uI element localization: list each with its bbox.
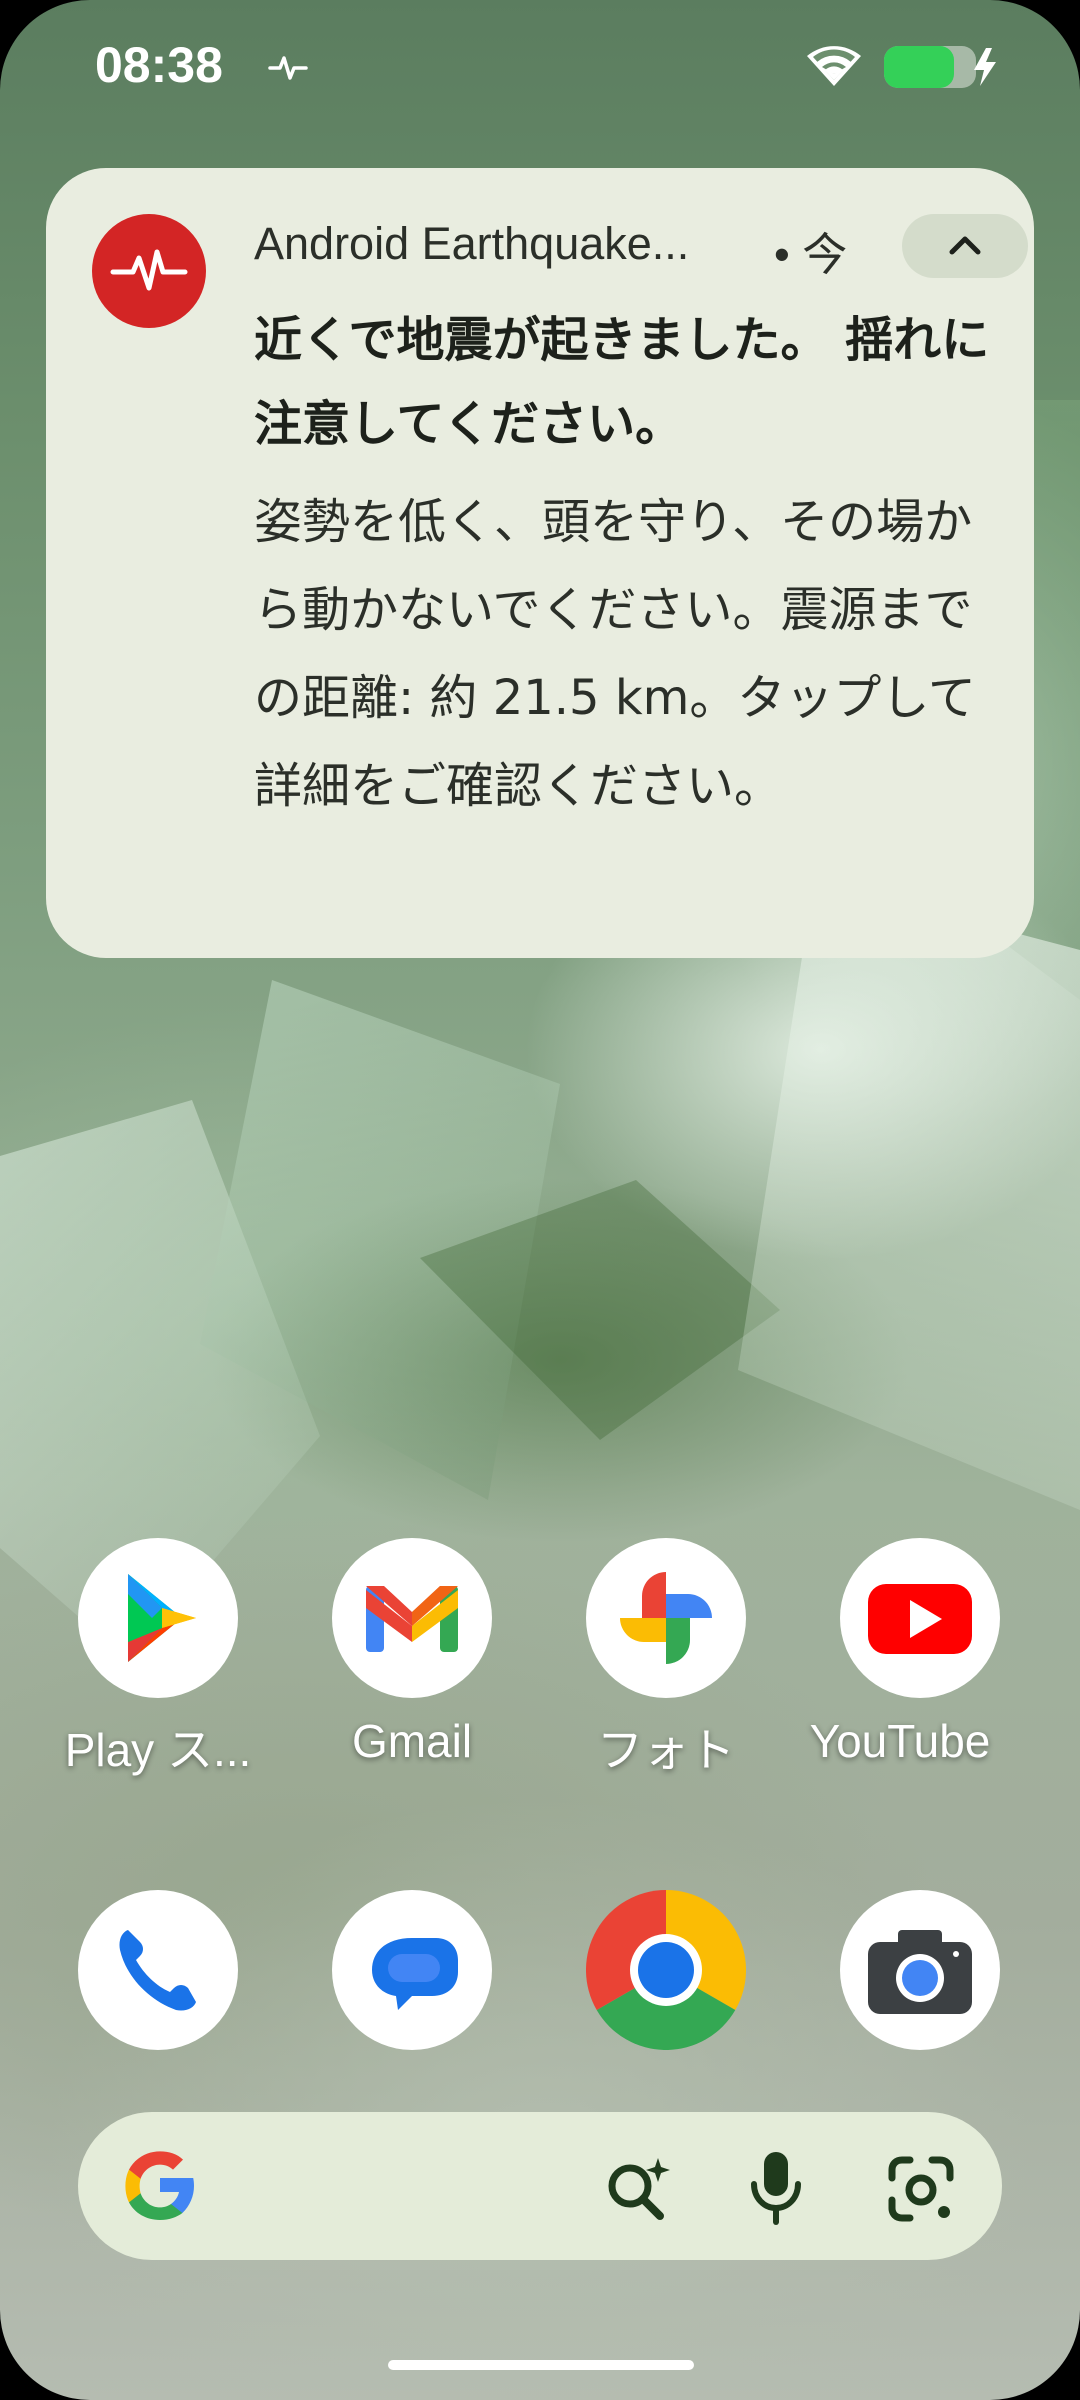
battery-charging-icon (884, 46, 996, 88)
home-indicator[interactable] (388, 2360, 694, 2370)
notification-title: 近くで地震が起きました。 揺れに注意してください。 (254, 312, 990, 452)
ai-search-icon[interactable] (602, 2154, 674, 2226)
home-screen: 08:38 Android Earthquake... • 今 近くで地震が起き… (0, 0, 1080, 2400)
google-lens-icon[interactable] (886, 2154, 956, 2224)
earthquake-alert-icon (92, 214, 206, 328)
wallpaper-shard (738, 880, 1080, 1510)
app-label: Gmail (351, 1715, 473, 1767)
chrome-icon (586, 1890, 746, 2050)
earthquake-alert-pulse-icon (268, 56, 308, 80)
camera-icon (840, 1890, 1000, 2050)
status-time: 08:38 (95, 37, 223, 93)
earthquake-notification[interactable]: Android Earthquake... • 今 近くで地震が起きました。 揺… (46, 168, 1034, 958)
wifi-icon (807, 46, 861, 86)
notification-body: 姿勢を低く、頭を守り、その場から動かないでください。震源までの距離: 約 21.… (254, 494, 976, 814)
notification-app-name: Android Earthquake... (254, 218, 690, 269)
youtube-icon (840, 1538, 1000, 1698)
google-search-bar[interactable] (78, 2112, 1002, 2260)
google-logo-icon (125, 2151, 194, 2220)
app-label: Play ス... (64, 1724, 252, 1776)
chevron-up-icon (949, 236, 981, 255)
play-store-icon (78, 1538, 238, 1698)
messages-icon (332, 1890, 492, 2050)
notification-time: • 今 (774, 229, 848, 280)
microphone-icon[interactable] (746, 2150, 806, 2226)
status-bar: 08:38 (0, 0, 1080, 130)
app-label: フォト (597, 1724, 735, 1776)
gmail-icon (332, 1538, 492, 1698)
app-label: YouTube (809, 1715, 991, 1767)
notification-collapse-button[interactable] (902, 214, 1028, 278)
phone-icon (78, 1890, 238, 2050)
photos-icon (586, 1538, 746, 1698)
